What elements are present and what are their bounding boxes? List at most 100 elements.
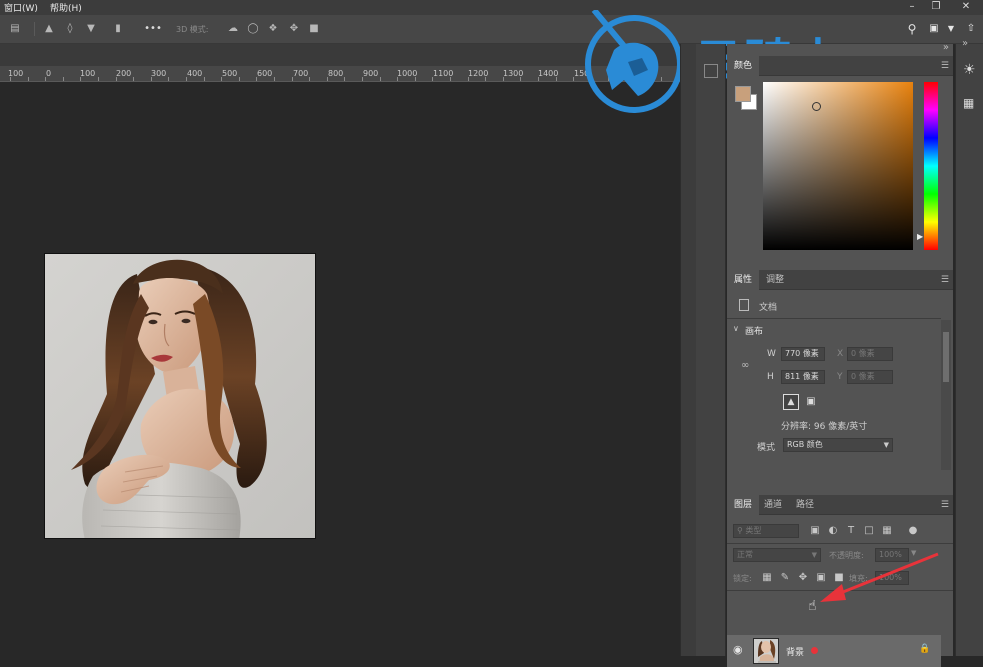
watermark-logo: [584, 8, 684, 114]
panel-icon[interactable]: [704, 64, 718, 78]
ruler-mark: [133, 77, 134, 81]
orbit-3d-icon[interactable]: ☁: [226, 22, 240, 36]
ruler-mark: [186, 77, 187, 81]
hue-slider-handle-icon[interactable]: ▶: [917, 232, 923, 241]
blend-mode-value: 正常: [737, 550, 753, 559]
tab-channels[interactable]: 通道: [757, 495, 789, 515]
smart-object-filter-icon[interactable]: ▦: [881, 525, 893, 537]
panel-menu-icon[interactable]: ☰: [941, 275, 949, 285]
panel-menu-icon[interactable]: ☰: [941, 500, 949, 510]
layer-filter-value: 类型: [745, 526, 762, 535]
collapse-icon[interactable]: »: [943, 42, 949, 53]
lock-pixels-icon[interactable]: ✎: [779, 572, 791, 584]
width-field[interactable]: 770 像素: [781, 347, 825, 361]
ruler-mark: [520, 77, 521, 81]
color-field[interactable]: [763, 82, 913, 250]
align-bottom-icon[interactable]: ▼: [84, 22, 98, 36]
properties-panel: 属性 调整 ☰ 文档 ∨ 画布 ∞ W 770 像素 X 0 像素 H 811 …: [727, 270, 953, 494]
y-label: Y: [837, 372, 843, 382]
width-label: W: [767, 349, 776, 359]
align-top-icon[interactable]: ▲: [42, 22, 56, 36]
distribute-icon[interactable]: ▮: [111, 22, 125, 36]
tab-paths[interactable]: 路径: [789, 495, 821, 515]
tab-color[interactable]: 颜色: [727, 56, 760, 76]
collapsed-panel-strip: [696, 44, 726, 656]
camera-3d-icon[interactable]: ■: [307, 22, 321, 36]
filter-toggle-icon[interactable]: ●: [907, 525, 919, 537]
image-filter-icon[interactable]: ▣: [809, 525, 821, 537]
workspace-scrollbar[interactable]: [680, 44, 696, 656]
workspace-icon[interactable]: ▣: [927, 22, 941, 36]
ruler-mark: [239, 77, 240, 81]
align-middle-icon[interactable]: ◊: [63, 22, 77, 36]
ruler-mark: [573, 77, 574, 81]
ruler-mark: [98, 77, 99, 81]
chevron-down-icon[interactable]: ▼: [944, 22, 958, 36]
collapse-icon[interactable]: »: [962, 38, 968, 49]
lock-icon[interactable]: 🔒: [919, 644, 930, 654]
adjustment-filter-icon[interactable]: ◐: [827, 525, 839, 537]
search-icon[interactable]: ⚲: [905, 22, 919, 36]
more-options-icon[interactable]: •••: [144, 22, 162, 36]
ruler-mark: [362, 77, 363, 81]
slide-3d-icon[interactable]: ✥: [287, 22, 301, 36]
drag-3d-icon[interactable]: ❖: [266, 22, 280, 36]
share-icon[interactable]: ⇧: [964, 22, 978, 36]
divider: [34, 22, 35, 36]
layer-filter-select[interactable]: ⚲ 类型: [733, 524, 799, 538]
height-field[interactable]: 811 像素: [781, 370, 825, 384]
eye-icon[interactable]: ◉: [733, 643, 743, 656]
landscape-orientation-icon[interactable]: ▣: [803, 394, 819, 410]
tab-layers[interactable]: 图层: [727, 495, 760, 515]
hue-slider[interactable]: [924, 82, 938, 250]
learn-icon[interactable]: ☀: [963, 62, 976, 78]
link-icon[interactable]: ∞: [741, 360, 749, 371]
menu-bar: 窗口(W) 帮助(H) – ❐ ✕: [0, 0, 983, 15]
ruler-mark: [168, 77, 169, 81]
layer-name[interactable]: 背景: [786, 645, 804, 658]
minimize-icon[interactable]: –: [904, 0, 920, 14]
tab-properties[interactable]: 属性: [727, 270, 760, 290]
ruler-mark: [380, 77, 381, 81]
ruler-mark: [450, 77, 451, 81]
scrollbar-thumb[interactable]: [943, 332, 949, 382]
ruler-mark: [28, 77, 29, 81]
mode-select-value: RGB 颜色: [787, 440, 823, 449]
close-icon[interactable]: ✕: [958, 0, 974, 14]
properties-scrollbar[interactable]: [941, 320, 951, 470]
tab-adjustments[interactable]: 调整: [759, 270, 791, 290]
roll-3d-icon[interactable]: ◯: [246, 22, 260, 36]
layer-thumbnail: [753, 638, 779, 664]
chevron-down-icon[interactable]: ∨: [733, 324, 739, 333]
foreground-swatch[interactable]: [735, 86, 751, 102]
ruler-mark: [468, 77, 469, 81]
layer-row[interactable]: ◉ 背景 🔒: [727, 635, 941, 667]
portrait-orientation-icon[interactable]: ▲: [783, 394, 799, 410]
ruler-tick: 600: [257, 69, 273, 78]
ruler-mark: [556, 77, 557, 81]
color-panel-tabs: 颜色 ☰: [727, 56, 953, 76]
type-filter-icon[interactable]: T: [845, 525, 857, 537]
menu-help[interactable]: 帮助(H): [50, 1, 82, 14]
record-dot-icon: [811, 647, 818, 654]
y-field[interactable]: 0 像素: [847, 370, 893, 384]
panel-menu-icon[interactable]: ☰: [941, 61, 949, 71]
document-canvas[interactable]: [44, 253, 316, 539]
menu-window[interactable]: 窗口(W): [4, 1, 38, 14]
mode-select[interactable]: RGB 颜色 ▼: [783, 438, 893, 452]
lock-transparent-icon[interactable]: ▦: [761, 572, 773, 584]
restore-icon[interactable]: ❐: [928, 0, 944, 14]
canvas-section-title[interactable]: 画布: [745, 324, 763, 337]
ruler-mark: [292, 77, 293, 81]
ruler-mark: [397, 77, 398, 81]
shape-filter-icon[interactable]: □: [863, 525, 875, 537]
ruler-mark: [151, 77, 152, 81]
divider: [727, 318, 941, 319]
libraries-icon[interactable]: ▦: [963, 96, 974, 110]
right-icon-bar: » ☀ ▦: [955, 38, 983, 656]
x-field[interactable]: 0 像素: [847, 347, 893, 361]
divider: [727, 543, 953, 544]
align-icon[interactable]: ▤: [8, 22, 22, 36]
ruler-tick: 700: [293, 69, 309, 78]
color-picker-cursor[interactable]: [812, 102, 821, 111]
